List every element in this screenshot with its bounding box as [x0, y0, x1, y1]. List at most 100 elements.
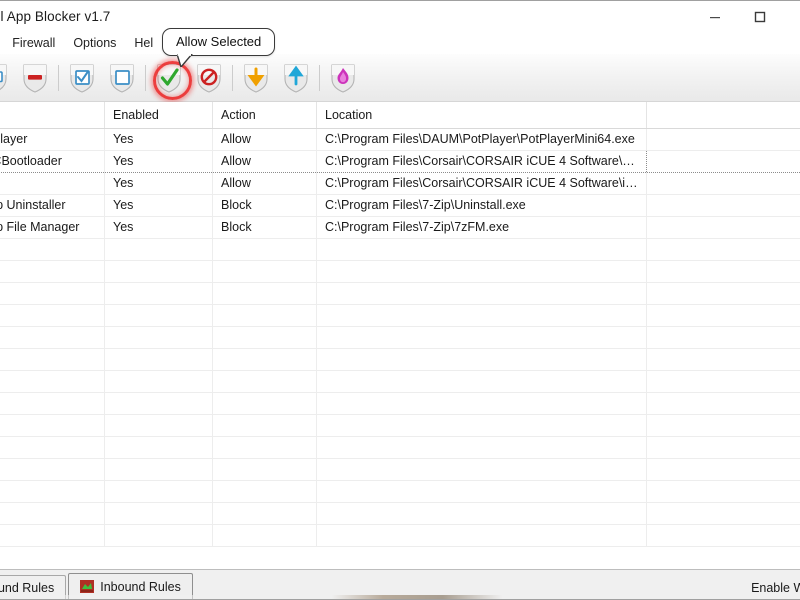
cell-enabled: Yes — [104, 216, 213, 239]
table-row-empty[interactable] — [0, 304, 800, 327]
column-header-name[interactable] — [0, 102, 105, 129]
rules-grid-container[interactable]: Enabled Action Location otPlayerYesAllow… — [0, 102, 800, 569]
toolbar-separator — [319, 64, 320, 91]
cell-empty — [212, 304, 317, 327]
column-header-enabled[interactable]: Enabled — [104, 102, 213, 129]
cell-empty — [212, 326, 317, 349]
cell-empty — [646, 326, 800, 349]
outbound-rules-button[interactable] — [276, 56, 316, 100]
cell-empty — [316, 458, 647, 481]
table-row-empty[interactable] — [0, 480, 800, 503]
table-row[interactable]: -Zip UninstallerYesBlockC:\Program Files… — [0, 194, 800, 217]
cell-empty — [212, 282, 317, 305]
select-all-button[interactable] — [62, 56, 102, 100]
cell-empty — [0, 348, 105, 371]
column-header-location[interactable]: Location — [316, 102, 647, 129]
cell-enabled: Yes — [104, 128, 213, 151]
table-row-empty[interactable] — [0, 524, 800, 547]
table-row[interactable]: otPlayerYesAllowC:\Program Files\DAUM\Po… — [0, 128, 800, 151]
rules-grid[interactable]: Enabled Action Location otPlayerYesAllow… — [0, 102, 800, 547]
cell-empty — [212, 392, 317, 415]
shield-arrow-up-icon — [284, 63, 308, 93]
table-row-empty[interactable] — [0, 458, 800, 481]
table-row-empty[interactable] — [0, 348, 800, 371]
application-window: vall App Blocker v1.7 it Firewall Opti — [0, 0, 800, 600]
cell-extra — [646, 194, 800, 217]
cell-empty — [316, 282, 647, 305]
maximize-button[interactable] — [737, 1, 782, 32]
cell-enabled: Yes — [104, 149, 213, 173]
cell-empty — [316, 326, 647, 349]
table-row-empty[interactable] — [0, 238, 800, 261]
cell-empty — [212, 414, 317, 437]
title-bar: vall App Blocker v1.7 — [0, 1, 800, 32]
cell-action: Allow — [212, 128, 317, 151]
table-row-empty[interactable] — [0, 502, 800, 525]
cell-empty — [316, 480, 647, 503]
cell-empty — [104, 524, 213, 547]
cell-empty — [104, 480, 213, 503]
cell-empty — [316, 502, 647, 525]
cell-empty — [212, 436, 317, 459]
cell-empty — [646, 524, 800, 547]
cell-empty — [316, 304, 647, 327]
cell-empty — [646, 458, 800, 481]
table-row-empty[interactable] — [0, 370, 800, 393]
table-row-empty[interactable] — [0, 436, 800, 459]
menu-item-options[interactable]: Options — [64, 33, 125, 53]
cell-empty — [104, 304, 213, 327]
table-row[interactable]: -Zip File ManagerYesBlockC:\Program File… — [0, 216, 800, 239]
window-controls — [692, 1, 800, 32]
cell-empty — [212, 458, 317, 481]
tooltip-allow-selected: Allow Selected — [162, 28, 276, 67]
block-selected-button[interactable] — [189, 56, 229, 100]
shield-arrow-down-icon — [244, 63, 268, 93]
cell-enabled: Yes — [104, 194, 213, 217]
shield-empty-box-icon — [110, 63, 134, 93]
table-row[interactable]: UEYesAllowC:\Program Files\Corsair\CORSA… — [0, 172, 800, 195]
cell-empty — [212, 480, 317, 503]
cell-empty — [212, 502, 317, 525]
close-button[interactable] — [782, 1, 800, 32]
cell-name: -Zip File Manager — [0, 216, 105, 239]
cell-empty — [646, 348, 800, 371]
cell-empty — [212, 524, 317, 547]
cell-location: C:\Program Files\Corsair\CORSAIR iCUE 4 … — [316, 149, 647, 173]
table-row-empty[interactable] — [0, 414, 800, 437]
window-title: vall App Blocker v1.7 — [0, 9, 111, 24]
windows-firewall-button[interactable] — [323, 56, 363, 100]
cell-empty — [646, 238, 800, 261]
cell-empty — [316, 414, 647, 437]
table-row[interactable]: MCBootloaderYesAllowC:\Program Files\Cor… — [0, 149, 800, 173]
cell-extra — [646, 216, 800, 239]
column-header-extra[interactable] — [646, 102, 800, 129]
menu-item-help[interactable]: Hel — [125, 33, 162, 53]
cell-empty — [316, 238, 647, 261]
cell-empty — [0, 238, 105, 261]
table-row-empty[interactable] — [0, 326, 800, 349]
deselect-all-button[interactable] — [102, 56, 142, 100]
cell-empty — [0, 260, 105, 283]
cell-empty — [212, 260, 317, 283]
table-row-empty[interactable] — [0, 392, 800, 415]
cell-empty — [212, 238, 317, 261]
cell-empty — [646, 304, 800, 327]
inbound-rules-button[interactable] — [236, 56, 276, 100]
table-row-empty[interactable] — [0, 282, 800, 305]
cell-empty — [646, 282, 800, 305]
add-program-button[interactable] — [0, 56, 15, 100]
toolbar-separator — [58, 64, 59, 91]
cell-action: Block — [212, 216, 317, 239]
cell-empty — [316, 348, 647, 371]
column-header-action[interactable]: Action — [212, 102, 317, 129]
cell-empty — [0, 436, 105, 459]
cell-empty — [646, 414, 800, 437]
shield-no-entry-icon — [197, 63, 221, 93]
menu-item-firewall[interactable]: Firewall — [3, 33, 64, 53]
remove-rule-button[interactable] — [15, 56, 55, 100]
cell-extra — [646, 149, 800, 173]
cell-empty — [104, 260, 213, 283]
table-row-empty[interactable] — [0, 260, 800, 283]
minimize-button[interactable] — [692, 1, 737, 32]
grid-body[interactable]: otPlayerYesAllowC:\Program Files\DAUM\Po… — [0, 128, 800, 547]
